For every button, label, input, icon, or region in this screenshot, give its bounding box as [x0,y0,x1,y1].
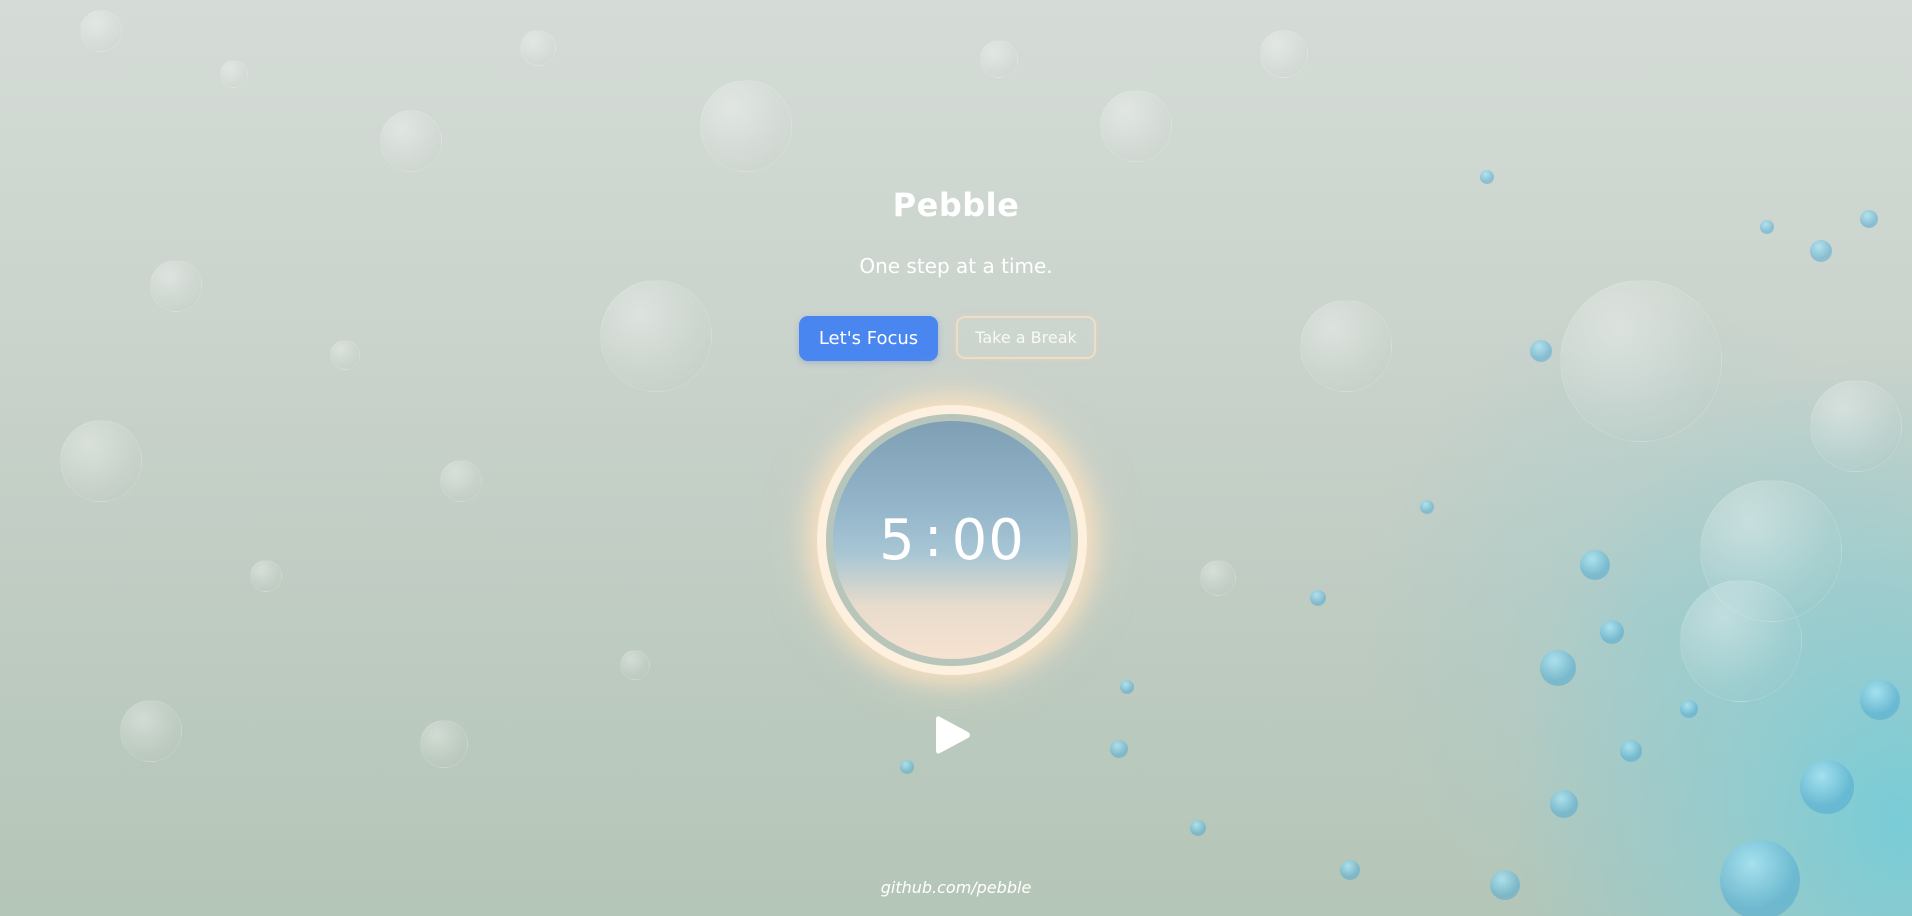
app-tagline: One step at a time. [859,254,1053,278]
github-link[interactable]: github.com/pebble [0,878,1912,897]
main-panel: Pebble One step at a time. Let's Focus T… [0,0,1912,916]
play-icon [936,716,970,754]
timer-seconds: 00 [951,507,1025,573]
break-mode-button[interactable]: Take a Break [956,316,1096,359]
focus-mode-button[interactable]: Let's Focus [799,316,938,361]
mode-switcher: Let's Focus Take a Break [799,316,1096,361]
timer-minutes: 5 [879,507,916,573]
timer-ring: 5:00 [826,414,1078,666]
timer-separator: : [923,504,944,570]
timer-face: 5:00 [833,421,1071,659]
play-button[interactable] [934,713,972,757]
timer-display: 5:00 [879,504,1025,573]
app-title: Pebble [892,186,1020,224]
timer-dial: 5:00 [817,405,1087,675]
